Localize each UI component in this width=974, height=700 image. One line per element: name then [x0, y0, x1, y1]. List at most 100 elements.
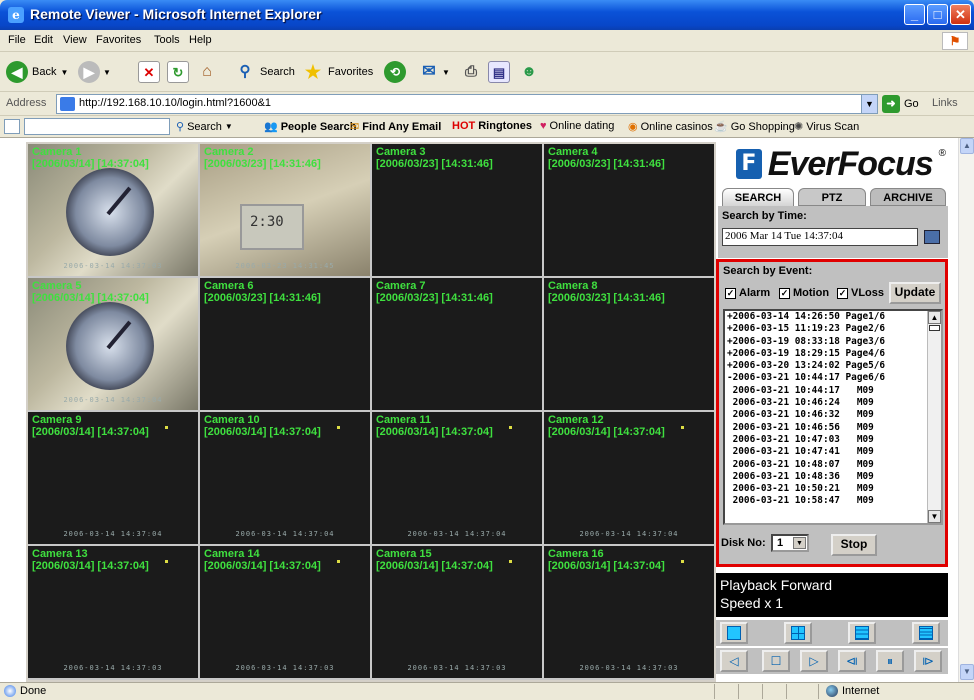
alarm-checkbox[interactable]: ✓ Alarm: [725, 287, 770, 299]
event-list-item[interactable]: 2006-03-21 10:47:41 M09: [725, 446, 941, 458]
step-back-button[interactable]: ⧏: [838, 650, 866, 672]
links-search-input[interactable]: [24, 118, 170, 135]
event-list-item[interactable]: 2006-03-21 10:47:03 M09: [725, 434, 941, 446]
tab-search[interactable]: SEARCH: [722, 188, 794, 206]
forward-button[interactable]: ▶ ▼: [78, 58, 111, 86]
stop-playback-button[interactable]: ☐: [762, 650, 790, 672]
virus-scan-link[interactable]: ✺ Virus Scan: [794, 120, 859, 134]
camera-tile[interactable]: Camera 12 [2006/03/14] [14:37:04] 2006-03-…: [544, 412, 714, 544]
step-forward-button[interactable]: ⧐: [914, 650, 942, 672]
single-view-icon: [727, 626, 741, 640]
event-list-item[interactable]: +2006-03-20 13:24:02 Page5/6: [725, 360, 941, 372]
camera-tile[interactable]: Camera 4 [2006/03/23] [14:31:46]: [544, 144, 714, 276]
back-button[interactable]: ◀ Back ▼: [6, 58, 68, 86]
go-shopping-link[interactable]: ☕ Go Shopping: [714, 120, 795, 134]
scroll-up-icon[interactable]: ▲: [960, 138, 974, 154]
scroll-down-icon[interactable]: ▼: [960, 664, 974, 680]
people-search-link[interactable]: 👥 People Search: [264, 120, 357, 134]
camera-tile[interactable]: Camera 11 [2006/03/14] [14:37:04] 2006-03-…: [372, 412, 542, 544]
layout-quad-button[interactable]: [784, 622, 812, 644]
layout-sixteen-button[interactable]: [912, 622, 940, 644]
forward-play-button[interactable]: ▷: [800, 650, 828, 672]
tab-ptz[interactable]: PTZ: [798, 188, 866, 206]
event-list-item[interactable]: 2006-03-21 10:58:47 M09: [725, 495, 941, 507]
event-list-scrollbar[interactable]: ▲ ▼: [927, 311, 941, 523]
reverse-play-button[interactable]: ◁: [720, 650, 748, 672]
event-list-item[interactable]: 2006-03-21 10:48:07 M09: [725, 459, 941, 471]
menu-favorites[interactable]: Favorites: [96, 34, 141, 46]
online-dating-link[interactable]: ♥ Online dating: [540, 120, 614, 132]
close-button[interactable]: ✕: [950, 4, 971, 25]
scroll-up-icon[interactable]: ▲: [928, 311, 941, 324]
camera-tile[interactable]: Camera 16 [2006/03/14] [14:37:04] 2006-03-…: [544, 546, 714, 678]
camera-label: Camera 14 [2006/03/14] [14:37:04]: [204, 548, 321, 572]
history-button[interactable]: ⟲: [384, 58, 406, 86]
online-casinos-link[interactable]: ◉ Online casinos: [628, 120, 713, 134]
mail-button[interactable]: ✉ ▼: [418, 58, 450, 86]
camera-tile[interactable]: Camera 1 [2006/03/14] [14:37:04] 2006-03-1…: [28, 144, 198, 276]
camera-tile[interactable]: Camera 2[2006/03/23] [14:31:46] 2006-03-2…: [200, 144, 370, 276]
chevron-down-icon: ▼: [103, 67, 111, 77]
messenger-button[interactable]: ☻: [518, 58, 540, 86]
links-label[interactable]: Links: [932, 97, 958, 109]
camera-tile[interactable]: Camera 14 [2006/03/14] [14:37:04] 2006-03-…: [200, 546, 370, 678]
camera-tile[interactable]: Camera 9 [2006/03/14] [14:37:04] 2006-03-1…: [28, 412, 198, 544]
event-list-item[interactable]: 2006-03-21 10:46:24 M09: [725, 397, 941, 409]
menu-help[interactable]: Help: [189, 34, 212, 46]
menu-view[interactable]: View: [63, 34, 87, 46]
ringtones-link[interactable]: HOT Ringtones: [452, 120, 532, 132]
stop-button[interactable]: Stop: [831, 534, 877, 556]
tab-archive[interactable]: ARCHIVE: [870, 188, 946, 206]
camera-tile[interactable]: Camera 7 [2006/03/23] [14:31:46]: [372, 278, 542, 410]
event-list[interactable]: +2006-03-14 14:26:50 Page1/6 +2006-03-15 …: [723, 309, 943, 525]
camera-tile[interactable]: Camera 10 [2006/03/14] [14:37:04] 2006-03-…: [200, 412, 370, 544]
time-input[interactable]: 2006 Mar 14 Tue 14:37:04: [722, 228, 918, 246]
vloss-checkbox[interactable]: ✓ VLoss: [837, 287, 884, 299]
chevron-down-icon[interactable]: ▼: [861, 95, 877, 113]
camera-tile[interactable]: Camera 3 [2006/03/23] [14:31:46]: [372, 144, 542, 276]
motion-checkbox[interactable]: ✓ Motion: [779, 287, 829, 299]
print-button[interactable]: ⎙: [460, 58, 482, 86]
event-list-item[interactable]: 2006-03-21 10:50:21 M09: [725, 483, 941, 495]
update-button[interactable]: Update: [889, 282, 941, 304]
pause-button[interactable]: ⏸: [876, 650, 904, 672]
event-list-item[interactable]: 2006-03-21 10:46:32 M09: [725, 409, 941, 421]
refresh-button[interactable]: ↻: [167, 58, 189, 86]
maximize-button[interactable]: □: [927, 4, 948, 25]
minimize-button[interactable]: _: [904, 4, 925, 25]
home-button[interactable]: ⌂: [196, 58, 218, 86]
chevron-down-icon[interactable]: ▼: [793, 537, 806, 549]
event-list-item[interactable]: 2006-03-21 10:48:36 M09: [725, 471, 941, 483]
scroll-down-icon[interactable]: ▼: [928, 510, 941, 523]
find-email-link[interactable]: ✉ Find Any Email: [350, 120, 441, 134]
event-list-item[interactable]: 2006-03-21 10:46:56 M09: [725, 422, 941, 434]
camera-tile[interactable]: Camera 8 [2006/03/23] [14:31:46]: [544, 278, 714, 410]
event-list-item[interactable]: +2006-03-19 08:33:18 Page3/6: [725, 336, 941, 348]
event-list-item[interactable]: +2006-03-14 14:26:50 Page1/6: [725, 311, 941, 323]
event-list-item[interactable]: +2006-03-15 11:19:23 Page2/6: [725, 323, 941, 335]
address-input[interactable]: http://192.168.10.10/login.html?1600&1 ▼: [56, 94, 878, 114]
layout-nine-button[interactable]: [848, 622, 876, 644]
favorites-button[interactable]: ★ Favorites: [302, 58, 373, 86]
go-button[interactable]: ➜ Go: [882, 94, 919, 114]
page-scrollbar[interactable]: ▲ ▼: [958, 138, 974, 682]
scroll-thumb[interactable]: [929, 325, 940, 331]
camera-tile[interactable]: Camera 5 [2006/03/14] [14:37:04] 2006-03-1…: [28, 278, 198, 410]
stop-nav-button[interactable]: ✕: [138, 58, 160, 86]
search-button[interactable]: ⚲ Search: [234, 58, 295, 86]
calendar-icon[interactable]: [924, 230, 940, 244]
links-search-button[interactable]: ⚲ Search ▼: [176, 120, 233, 134]
camera-tile[interactable]: Camera 6 [2006/03/23] [14:31:46]: [200, 278, 370, 410]
camera-tile[interactable]: Camera 13 [2006/03/14] [14:37:04] 2006-03-…: [28, 546, 198, 678]
menu-file[interactable]: File: [8, 34, 26, 46]
disk-select[interactable]: 1 ▼: [771, 534, 809, 552]
camera-name: Camera 4: [548, 146, 598, 158]
menu-tools[interactable]: Tools: [154, 34, 180, 46]
edit-button[interactable]: ▤: [488, 58, 510, 86]
layout-single-button[interactable]: [720, 622, 748, 644]
camera-tile[interactable]: Camera 15 [2006/03/14] [14:37:04] 2006-03-…: [372, 546, 542, 678]
event-list-item[interactable]: +2006-03-19 18:29:15 Page4/6: [725, 348, 941, 360]
menu-edit[interactable]: Edit: [34, 34, 53, 46]
event-list-item[interactable]: 2006-03-21 10:44:17 M09: [725, 385, 941, 397]
event-list-item[interactable]: -2006-03-21 10:44:17 Page6/6: [725, 372, 941, 384]
